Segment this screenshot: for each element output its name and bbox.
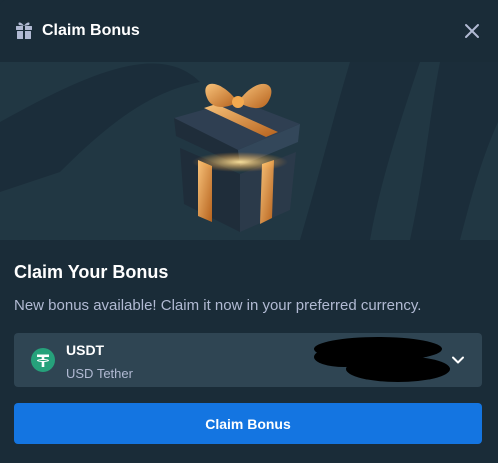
bonus-banner	[0, 62, 498, 240]
close-button[interactable]	[461, 20, 483, 42]
currency-name: USD Tether	[66, 366, 133, 381]
redacted-balance	[314, 337, 450, 382]
claim-bonus-label: Claim Bonus	[205, 415, 291, 432]
claim-bonus-button[interactable]: Claim Bonus	[14, 403, 482, 444]
section-title: Claim Your Bonus	[14, 262, 169, 282]
tether-icon	[31, 348, 55, 372]
gift-icon	[16, 22, 32, 39]
modal-header: Claim Bonus	[0, 0, 498, 62]
gift-box-illustration	[174, 83, 300, 232]
chevron-down-icon	[452, 356, 464, 364]
currency-select[interactable]: USDT USD Tether	[14, 333, 482, 387]
currency-code: USDT	[66, 342, 105, 358]
section-description: New bonus available! Claim it now in you…	[14, 297, 422, 314]
close-icon	[465, 24, 479, 38]
modal-title: Claim Bonus	[42, 22, 140, 39]
claim-bonus-modal: Claim Bonus Claim Your Bonus New bonus a…	[0, 0, 498, 463]
